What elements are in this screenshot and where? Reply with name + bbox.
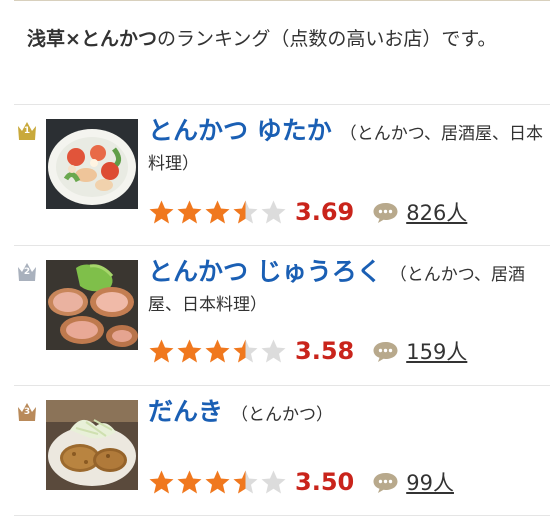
star-icon [261, 470, 286, 494]
review-count-link[interactable]: 99人 [406, 467, 454, 497]
restaurant-photo[interactable] [46, 400, 138, 490]
star-icon [261, 339, 286, 363]
restaurant-name-link[interactable]: だんき [148, 397, 223, 426]
rating-score: 3.58 [295, 337, 355, 365]
rating-score: 3.69 [295, 198, 355, 226]
restaurant-name-link[interactable]: とんかつ ゆたか [148, 116, 332, 145]
star-rating [148, 469, 288, 495]
rank-number: 3 [23, 407, 31, 417]
star-rating [148, 338, 288, 364]
restaurant-info: とんかつ じゅうろく （とんかつ、居酒屋、日本料理） [148, 257, 548, 320]
restaurant-info: だんき （とんかつ） [148, 397, 548, 430]
star-icon [205, 470, 230, 494]
rank-number: 2 [23, 267, 31, 277]
intro-cross: × [65, 28, 81, 50]
star-icon [149, 470, 174, 494]
ranking-item-1: 1 とんかつ ゆたか （とんかつ、居酒屋、日本料理） 3.69 826人 [14, 104, 550, 245]
restaurant-categories: （とんかつ） [231, 405, 334, 425]
star-rating [148, 199, 288, 225]
rating-row: 3.69 826人 [148, 195, 467, 229]
review-count-link[interactable]: 159人 [406, 336, 467, 366]
star-icon [177, 339, 202, 363]
star-icon [205, 200, 230, 224]
star-icon [233, 470, 258, 494]
star-icon [261, 200, 286, 224]
star-icon [233, 339, 258, 363]
star-icon [177, 470, 202, 494]
star-icon [149, 200, 174, 224]
star-icon [177, 200, 202, 224]
restaurant-info: とんかつ ゆたか （とんかつ、居酒屋、日本料理） [148, 116, 548, 179]
speech-bubble-icon [373, 341, 398, 362]
star-icon [149, 339, 174, 363]
rank-number: 1 [23, 126, 31, 136]
crown-icon: 3 [16, 399, 38, 423]
ranking-item-2: 2 とんかつ じゅうろく （とんかつ、居酒屋、日本料理） 3.58 159人 [14, 245, 550, 385]
restaurant-photo[interactable] [46, 260, 138, 350]
crown-icon: 1 [16, 118, 38, 142]
rating-row: 3.50 99人 [148, 465, 454, 499]
crown-icon: 2 [16, 259, 38, 283]
rating-score: 3.50 [295, 468, 355, 496]
intro-genre[interactable]: とんかつ [81, 28, 157, 50]
top-divider [14, 0, 550, 4]
ranking-item-3: 3 だんき （とんかつ） 3.50 99人 [14, 385, 550, 516]
speech-bubble-icon [373, 202, 398, 223]
restaurant-photo[interactable] [46, 119, 138, 209]
intro-rest: のランキング（点数の高いお店）です。 [156, 28, 497, 50]
rating-row: 3.58 159人 [148, 334, 467, 368]
restaurant-name-link[interactable]: とんかつ じゅうろく [148, 257, 382, 286]
review-count-link[interactable]: 826人 [406, 197, 467, 227]
star-icon [233, 200, 258, 224]
ranking-intro: 浅草×とんかつのランキング（点数の高いお店）です。 [27, 24, 539, 55]
intro-area[interactable]: 浅草 [27, 28, 65, 50]
star-icon [205, 339, 230, 363]
speech-bubble-icon [373, 472, 398, 493]
